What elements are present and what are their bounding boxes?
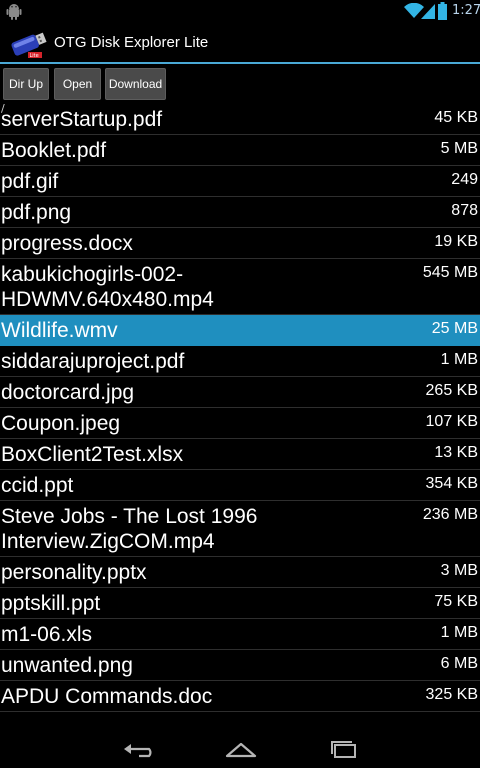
back-icon[interactable] bbox=[121, 736, 155, 760]
file-list[interactable]: serverStartup.pdf 45 KB Booklet.pdf 5 MB pdf… bbox=[0, 110, 480, 728]
home-icon[interactable] bbox=[224, 736, 258, 760]
file-row[interactable]: pdf.gif 249 bbox=[0, 166, 480, 197]
file-size: 19 KB bbox=[434, 233, 478, 250]
file-row[interactable]: personality.pptx 3 MB bbox=[0, 557, 480, 588]
file-row[interactable]: unwanted.png 6 MB bbox=[0, 650, 480, 681]
file-name: m1-06.xls bbox=[1, 623, 93, 646]
file-row[interactable]: Wildlife.wmv 25 MB bbox=[0, 315, 480, 346]
status-clock: 1:27 bbox=[452, 3, 480, 18]
download-button[interactable]: Download bbox=[105, 68, 166, 100]
file-size: 45 KB bbox=[434, 110, 478, 126]
file-name: Booklet.pdf bbox=[1, 139, 107, 162]
file-name: serverStartup.pdf bbox=[1, 110, 163, 131]
file-name: unwanted.png bbox=[1, 654, 133, 677]
file-name: pdf.gif bbox=[1, 170, 59, 193]
file-row[interactable]: Steve Jobs - The Lost 1996 Interview.Zig… bbox=[0, 501, 480, 557]
file-row[interactable]: doctorcard.jpg 265 KB bbox=[0, 377, 480, 408]
file-size: 25 MB bbox=[431, 320, 478, 337]
recent-apps-icon[interactable] bbox=[327, 736, 361, 760]
file-name: ccid.ppt bbox=[1, 474, 74, 497]
file-row[interactable]: pdf.png 878 bbox=[0, 197, 480, 228]
file-name: doctorcard.jpg bbox=[1, 381, 135, 404]
file-size: 1 MB bbox=[440, 351, 478, 368]
file-size: 3 MB bbox=[440, 562, 478, 579]
android-icon bbox=[6, 4, 22, 20]
file-size: 5 MB bbox=[440, 140, 478, 157]
file-name: APDU Commands.doc bbox=[1, 685, 213, 708]
open-button[interactable]: Open bbox=[54, 68, 101, 100]
file-row[interactable]: ccid.ppt 354 KB bbox=[0, 470, 480, 501]
file-name: pdf.png bbox=[1, 201, 72, 224]
svg-text:Lite: Lite bbox=[30, 53, 39, 59]
dir-up-button[interactable]: Dir Up bbox=[3, 68, 49, 100]
file-row[interactable]: pptskill.ppt 75 KB bbox=[0, 588, 480, 619]
status-bar: 1:27 bbox=[0, 0, 480, 24]
file-row[interactable]: siddarajuproject.pdf 1 MB bbox=[0, 346, 480, 377]
usb-drive-icon: Lite bbox=[11, 32, 47, 59]
file-name: Steve Jobs - The Lost 1996 Interview.Zig… bbox=[1, 505, 258, 553]
file-name: progress.docx bbox=[1, 232, 133, 255]
file-name: kabukichogirls-002- HDWMV.640x480.mp4 bbox=[1, 263, 214, 311]
file-size: 107 KB bbox=[425, 413, 478, 430]
file-row[interactable]: kabukichogirls-002- HDWMV.640x480.mp4 545… bbox=[0, 259, 480, 315]
file-name: Coupon.jpeg bbox=[1, 412, 121, 435]
file-size: 325 KB bbox=[425, 686, 478, 703]
app-title: OTG Disk Explorer Lite bbox=[54, 34, 209, 51]
file-size: 878 bbox=[451, 202, 478, 219]
battery-icon bbox=[438, 2, 447, 20]
file-size: 75 KB bbox=[434, 593, 478, 610]
file-size: 354 KB bbox=[425, 475, 478, 492]
file-row[interactable]: progress.docx 19 KB bbox=[0, 228, 480, 259]
file-size: 265 KB bbox=[425, 382, 478, 399]
file-row[interactable]: BoxClient2Test.xlsx 13 KB bbox=[0, 439, 480, 470]
file-row[interactable]: Booklet.pdf 5 MB bbox=[0, 135, 480, 166]
file-name: BoxClient2Test.xlsx bbox=[1, 443, 184, 466]
navigation-bar bbox=[0, 728, 480, 768]
signal-icon bbox=[421, 4, 435, 19]
toolbar: Dir Up Open Download bbox=[0, 66, 480, 104]
file-size: 545 MB bbox=[422, 264, 478, 281]
file-size: 249 bbox=[451, 171, 478, 188]
file-size: 13 KB bbox=[434, 444, 478, 461]
file-name: personality.pptx bbox=[1, 561, 147, 584]
file-name: siddarajuproject.pdf bbox=[1, 350, 185, 373]
file-row[interactable]: APDU Commands.doc 325 KB bbox=[0, 681, 480, 712]
file-row[interactable]: m1-06.xls 1 MB bbox=[0, 619, 480, 650]
file-name: Wildlife.wmv bbox=[1, 319, 118, 342]
file-name: pptskill.ppt bbox=[1, 592, 101, 615]
file-size: 6 MB bbox=[440, 655, 478, 672]
file-size: 1 MB bbox=[440, 624, 478, 641]
file-size: 236 MB bbox=[422, 506, 478, 523]
file-row[interactable]: serverStartup.pdf 45 KB bbox=[0, 110, 480, 135]
action-bar: Lite OTG Disk Explorer Lite bbox=[0, 24, 480, 64]
file-row[interactable]: Coupon.jpeg 107 KB bbox=[0, 408, 480, 439]
